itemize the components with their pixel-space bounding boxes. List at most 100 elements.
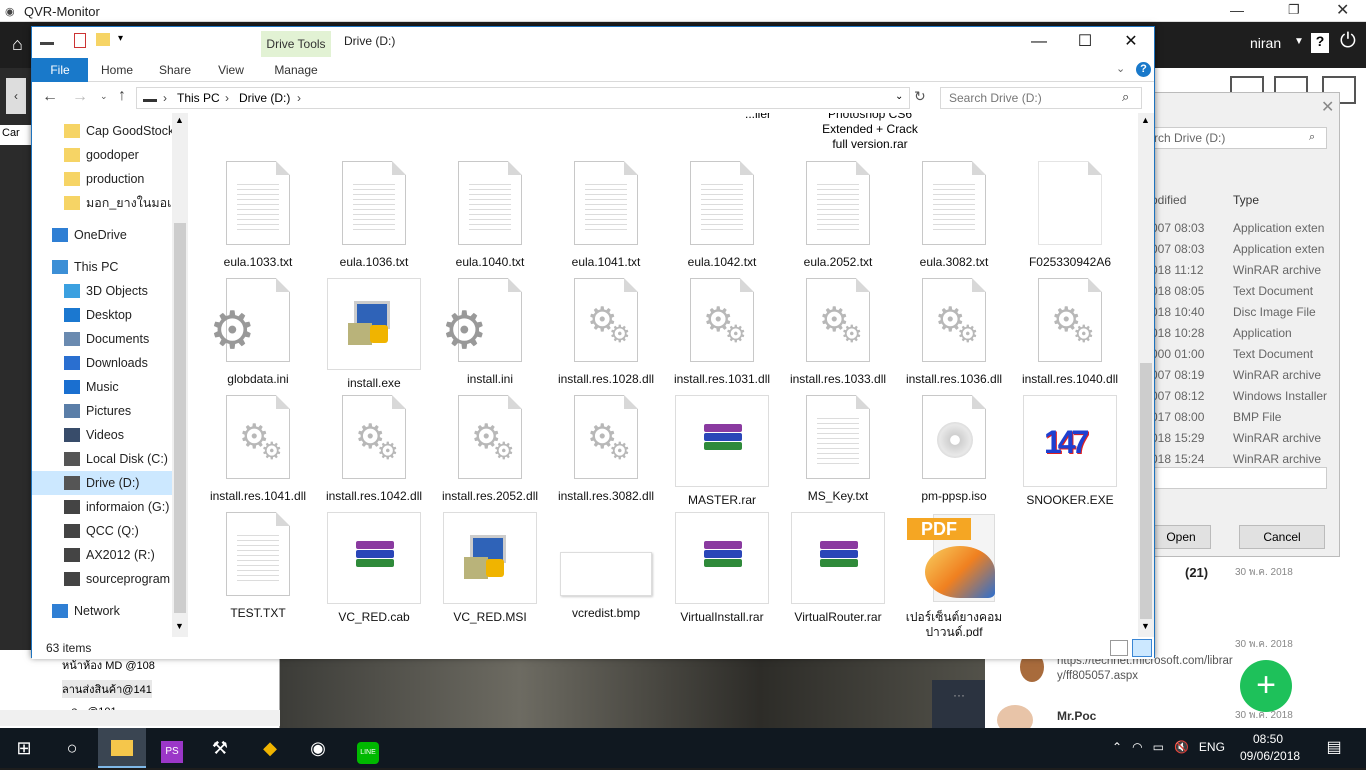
search-icon[interactable]: ⌕ xyxy=(1309,131,1315,144)
row-type[interactable]: Application exten xyxy=(1233,221,1329,235)
row-type[interactable]: BMP File xyxy=(1233,410,1329,424)
file-item[interactable]: ⚙ ⚙ install.res.1040.dll xyxy=(1018,278,1122,387)
add-icon[interactable]: + xyxy=(1240,660,1292,712)
qvr-user[interactable]: niran xyxy=(1250,35,1281,51)
file-item[interactable]: eula.3082.txt xyxy=(902,161,1006,270)
file-item[interactable]: ⚙ install.ini xyxy=(438,278,542,387)
power-icon[interactable]: ⏻ xyxy=(1340,30,1356,53)
language-indicator[interactable]: ENG xyxy=(1199,740,1225,754)
cancel-button[interactable]: Cancel xyxy=(1239,525,1325,549)
search-input[interactable]: rch Drive (D:) xyxy=(1151,127,1327,149)
file-label[interactable]: ...ller xyxy=(706,113,810,121)
search-input[interactable]: Search Drive (D:) xyxy=(940,87,1142,109)
row-modified[interactable]: 018 15:29 xyxy=(1151,431,1204,445)
row-type[interactable]: Text Document xyxy=(1233,284,1329,298)
file-item[interactable]: VirtualInstall.rar xyxy=(670,512,774,625)
file-item[interactable]: vcredist.bmp xyxy=(554,512,658,621)
minimize-button[interactable]: — xyxy=(1016,27,1062,57)
windows-start-icon[interactable]: ⊞ xyxy=(0,728,48,768)
phpstorm-icon[interactable]: PS xyxy=(148,728,196,768)
chevron-right-icon[interactable]: › xyxy=(297,91,301,105)
nav-item[interactable]: goodoper xyxy=(32,143,172,167)
row-modified[interactable]: 007 08:03 xyxy=(1151,221,1204,235)
nav-scrollbar[interactable]: ▲ ▼ xyxy=(172,113,188,637)
search-icon[interactable]: ⌕ xyxy=(1122,89,1129,105)
cortana-icon[interactable]: ○ xyxy=(48,728,96,768)
close-icon[interactable]: ✕ xyxy=(1336,0,1349,20)
back-icon[interactable]: ← xyxy=(42,88,58,106)
row-type[interactable]: Application exten xyxy=(1233,242,1329,256)
chevron-down-icon[interactable]: ▼ xyxy=(1141,621,1150,631)
tab-file[interactable]: File xyxy=(32,58,88,82)
nav-item[interactable]: Network xyxy=(32,599,172,623)
file-item[interactable]: install.exe xyxy=(322,278,426,391)
battery-icon[interactable]: ▭ xyxy=(1153,740,1164,754)
chevron-up-icon[interactable]: ⌃ xyxy=(1112,740,1122,754)
row-type[interactable]: Text Document xyxy=(1233,347,1329,361)
tab-view[interactable]: View xyxy=(210,58,252,82)
file-item[interactable]: ⚙ ⚙ install.res.1031.dll xyxy=(670,278,774,387)
row-type[interactable]: WinRAR archive xyxy=(1233,431,1329,445)
chevron-down-icon[interactable]: ⌄ xyxy=(895,91,903,102)
file-label[interactable]: Photoshop CS6 Extended + Crack full vers… xyxy=(814,113,926,152)
row-modified[interactable]: 000 01:00 xyxy=(1151,347,1204,361)
minimize-icon[interactable]: — xyxy=(1230,2,1244,18)
clock[interactable]: 08:50 09/06/2018 xyxy=(1240,731,1300,765)
row-type[interactable]: WinRAR archive xyxy=(1233,368,1329,382)
breadcrumb-drive-d[interactable]: Drive (D:) xyxy=(239,91,290,105)
file-item[interactable]: pm-ppsp.iso xyxy=(902,395,1006,504)
address-bar[interactable]: › This PC › Drive (D:) › ⌄ xyxy=(136,87,910,109)
nav-item[interactable]: informaion (G:) xyxy=(32,495,172,519)
nav-item[interactable]: sourceprogram ( xyxy=(32,567,172,591)
breadcrumb-this-pc[interactable]: This PC xyxy=(177,91,220,105)
file-item[interactable]: VirtualRouter.rar xyxy=(786,512,890,625)
nav-item[interactable]: Desktop xyxy=(32,303,172,327)
file-item[interactable]: VC_RED.cab xyxy=(322,512,426,625)
drive-icon[interactable] xyxy=(40,35,54,45)
scroll-thumb[interactable] xyxy=(1140,363,1152,619)
file-item[interactable]: ⚙ ⚙ install.res.1041.dll xyxy=(206,395,310,504)
qvr-icon[interactable]: ◉ xyxy=(294,728,342,768)
file-item[interactable]: eula.1036.txt xyxy=(322,161,426,270)
maps-icon[interactable]: ◆ xyxy=(246,728,294,768)
speaker-icon[interactable]: 🔇 xyxy=(1174,740,1189,754)
nav-item[interactable]: QCC (Q:) xyxy=(32,519,172,543)
home-icon[interactable]: ⌂ xyxy=(12,34,23,55)
file-item[interactable]: ⚙ ⚙ install.res.2052.dll xyxy=(438,395,542,504)
nav-item[interactable]: มอก_ยางในมอเตอร์ xyxy=(32,191,172,215)
nav-item[interactable]: This PC xyxy=(32,255,172,279)
help-icon[interactable]: ? xyxy=(1136,62,1151,77)
file-item[interactable]: eula.1033.txt xyxy=(206,161,310,270)
row-modified[interactable]: 007 08:03 xyxy=(1151,242,1204,256)
nav-item[interactable]: Local Disk (C:) xyxy=(32,447,172,471)
row-type[interactable]: Disc Image File xyxy=(1233,305,1329,319)
forward-icon[interactable]: → xyxy=(72,88,88,106)
tab-share[interactable]: Share xyxy=(152,58,198,82)
file-item[interactable]: eula.1041.txt xyxy=(554,161,658,270)
row-modified[interactable]: 018 10:28 xyxy=(1151,326,1204,340)
chevron-down-icon[interactable]: ▼ xyxy=(1294,36,1304,47)
close-icon[interactable]: ✕ xyxy=(1321,97,1334,117)
close-button[interactable]: ✕ xyxy=(1108,27,1154,57)
filetype-select[interactable] xyxy=(1151,467,1327,489)
up-icon[interactable]: ↑ xyxy=(118,87,126,105)
restore-icon[interactable]: ❐ xyxy=(1288,2,1300,18)
details-view-icon[interactable] xyxy=(1110,640,1128,656)
row-type[interactable]: WinRAR archive xyxy=(1233,263,1329,277)
nav-item[interactable]: OneDrive xyxy=(32,223,172,247)
nav-item[interactable]: production xyxy=(32,167,172,191)
chevron-up-icon[interactable]: ▲ xyxy=(1141,115,1150,125)
qvr-tab[interactable]: Car xyxy=(0,125,32,145)
content-scrollbar[interactable]: ▲ ▼ xyxy=(1138,113,1154,637)
file-item[interactable]: eula.1040.txt xyxy=(438,161,542,270)
more-icon[interactable]: ··· xyxy=(932,680,986,728)
chevron-left-icon[interactable]: ‹ xyxy=(6,78,26,114)
tools-icon[interactable]: ⚒ xyxy=(196,728,244,768)
row-modified[interactable]: 018 11:12 xyxy=(1151,263,1204,277)
file-item[interactable]: F025330942A6 xyxy=(1018,161,1122,270)
file-explorer-icon[interactable] xyxy=(98,728,146,768)
large-icons-view-icon[interactable] xyxy=(1132,639,1152,657)
chevron-right-icon[interactable]: › xyxy=(225,91,229,105)
file-item[interactable]: ⚙ ⚙ install.res.1042.dll xyxy=(322,395,426,504)
row-modified[interactable]: 018 15:24 xyxy=(1151,452,1204,466)
